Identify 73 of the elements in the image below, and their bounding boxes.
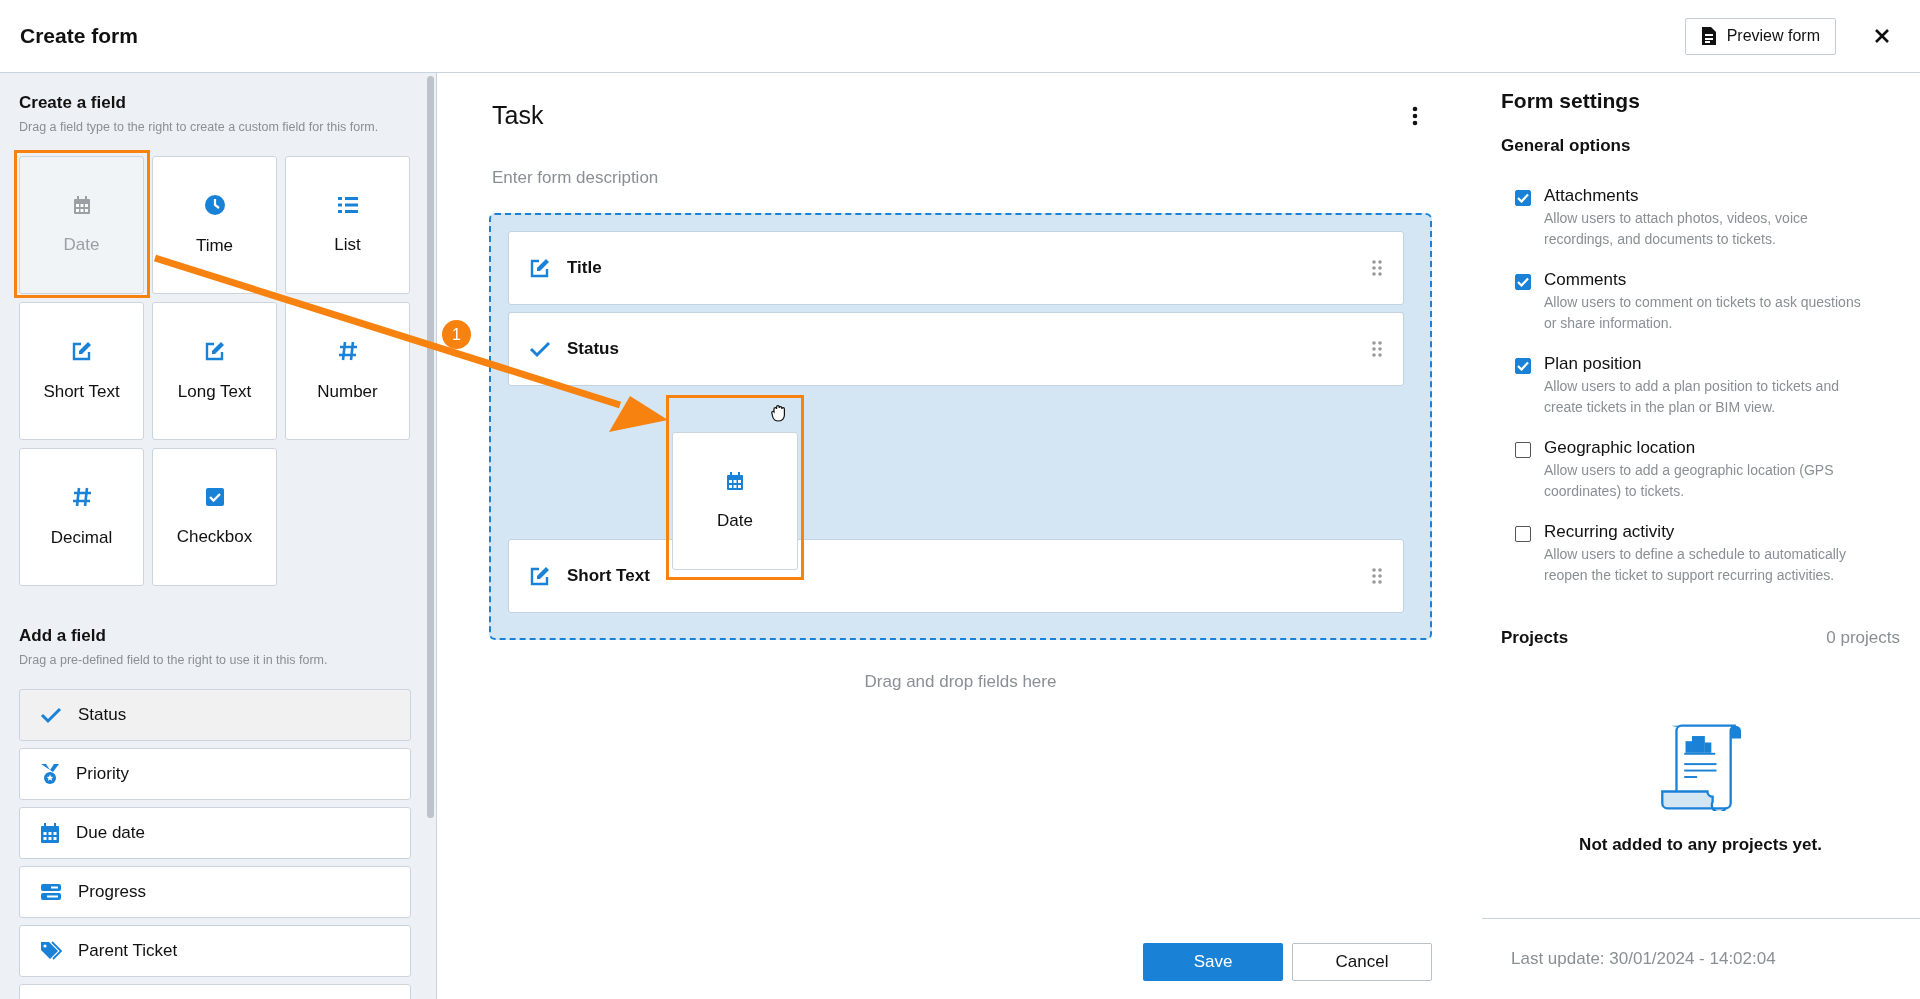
drag-handle-icon[interactable]: [1371, 259, 1383, 277]
check-icon: [529, 340, 551, 358]
close-icon[interactable]: [1874, 28, 1890, 44]
edit-icon: [203, 340, 226, 362]
form-field-row[interactable]: Short Text: [508, 539, 1404, 613]
document-icon: [1700, 26, 1717, 46]
empty-state-message: Not added to any projects yet.: [1579, 835, 1822, 855]
field-type-tile[interactable]: Short Text: [19, 302, 144, 440]
project-count: 0 projects: [1826, 628, 1900, 648]
option-checkbox[interactable]: [1515, 190, 1531, 206]
predefined-field-item[interactable]: Progress: [19, 866, 411, 918]
page-title: Create form: [20, 24, 138, 48]
option-description: Allow users to comment on tickets to ask questions or share information.: [1544, 293, 1862, 333]
hash-icon: [71, 486, 92, 508]
option-label: Geographic location: [1544, 438, 1697, 458]
preview-form-button[interactable]: Preview form: [1684, 17, 1836, 55]
form-field-row[interactable]: Title: [508, 231, 1404, 305]
option-label: Recurring activity: [1544, 522, 1676, 542]
step-badge: 1: [442, 320, 471, 349]
option-label: Plan position: [1544, 354, 1643, 374]
cancel-button[interactable]: Cancel: [1292, 943, 1432, 981]
edit-icon: [529, 257, 551, 279]
option-description: Allow users to define a schedule to automatically reopen the ticket to support recurring activities.: [1544, 545, 1847, 585]
dragged-field-tile[interactable]: Date: [672, 432, 798, 570]
section-hint: Drag a field type to the right to create a custom field for this form.: [19, 120, 380, 134]
field-type-tile[interactable]: List: [285, 156, 410, 294]
last-update-text: Last update: 30/01/2024 - 14:02:04: [1511, 949, 1776, 969]
medal-icon: [40, 763, 60, 785]
progress-icon: [40, 883, 62, 901]
option-label: Comments: [1544, 270, 1628, 290]
drop-hint: Drag and drop fields here: [863, 672, 1058, 692]
field-type-tile[interactable]: Time: [152, 156, 277, 294]
predefined-field-item[interactable]: Priority: [19, 748, 411, 800]
section-title: Create a field: [19, 93, 127, 113]
predefined-field-item[interactable]: Due date: [19, 807, 411, 859]
field-type-tile[interactable]: Decimal: [19, 448, 144, 586]
save-button[interactable]: Save: [1143, 943, 1283, 981]
description-field[interactable]: Enter form description: [489, 168, 895, 188]
section-title: Projects: [1501, 628, 1569, 648]
form-title: Task: [492, 101, 544, 130]
drag-handle-icon[interactable]: [1371, 567, 1383, 585]
checkbox-icon: [204, 487, 225, 507]
field-type-tile[interactable]: Number: [285, 302, 410, 440]
option-description: Allow users to attach photos, videos, voice recordings, and documents to tickets.: [1544, 209, 1809, 249]
grab-cursor-icon: [771, 404, 787, 422]
hash-icon: [337, 340, 358, 362]
scrollbar[interactable]: [427, 76, 434, 818]
calendar-icon: [40, 822, 60, 844]
option-checkbox[interactable]: [1515, 358, 1531, 374]
predefined-field-item[interactable]: Parent Ticket: [19, 925, 411, 977]
section-title: General options: [1501, 136, 1632, 156]
drag-handle-icon[interactable]: [1371, 340, 1383, 358]
field-type-tile[interactable]: Long Text: [152, 302, 277, 440]
option-description: Allow users to add a plan position to tickets and create tickets in the plan or BIM view.: [1544, 377, 1840, 417]
check-icon: [40, 706, 62, 724]
option-checkbox[interactable]: [1515, 526, 1531, 542]
calendar-icon: [71, 195, 92, 215]
clock-icon: [203, 194, 226, 216]
section-hint: Drag a pre-defined field to the right to use it in this form.: [19, 653, 329, 667]
panel-title: Form settings: [1501, 89, 1641, 113]
option-checkbox[interactable]: [1515, 442, 1531, 458]
more-options-icon[interactable]: [1412, 105, 1418, 126]
calendar-icon: [725, 471, 745, 491]
field-type-tile[interactable]: Checkbox: [152, 448, 277, 586]
edit-icon: [529, 565, 551, 587]
edit-icon: [70, 340, 93, 362]
tag-icon: [40, 941, 62, 961]
section-title: Add a field: [19, 626, 107, 646]
option-label: Attachments: [1544, 186, 1640, 206]
list-icon: [336, 195, 359, 215]
form-field-row[interactable]: Status: [508, 312, 1404, 386]
option-description: Allow users to add a geographic location (GPS coordinates) to tickets.: [1544, 461, 1835, 501]
option-checkbox[interactable]: [1515, 274, 1531, 290]
